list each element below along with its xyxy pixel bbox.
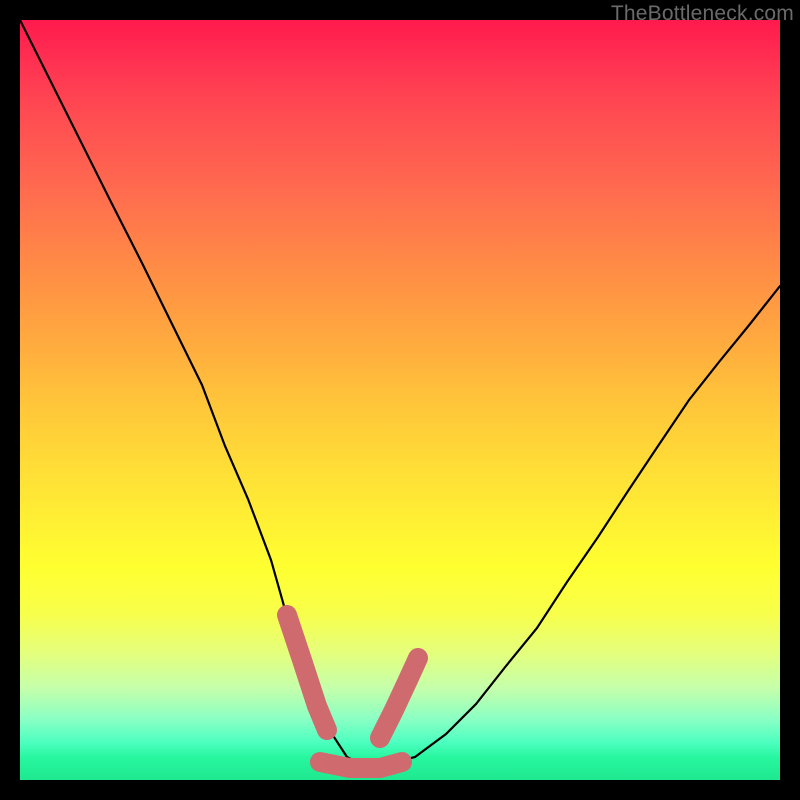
- right-marker: [380, 658, 418, 738]
- chart-frame: TheBottleneck.com: [0, 0, 800, 800]
- floor-marker: [320, 762, 402, 768]
- plot-area: [20, 20, 780, 780]
- curve-layer: [20, 20, 780, 780]
- left-marker: [287, 615, 327, 730]
- bottleneck-curve: [20, 20, 780, 765]
